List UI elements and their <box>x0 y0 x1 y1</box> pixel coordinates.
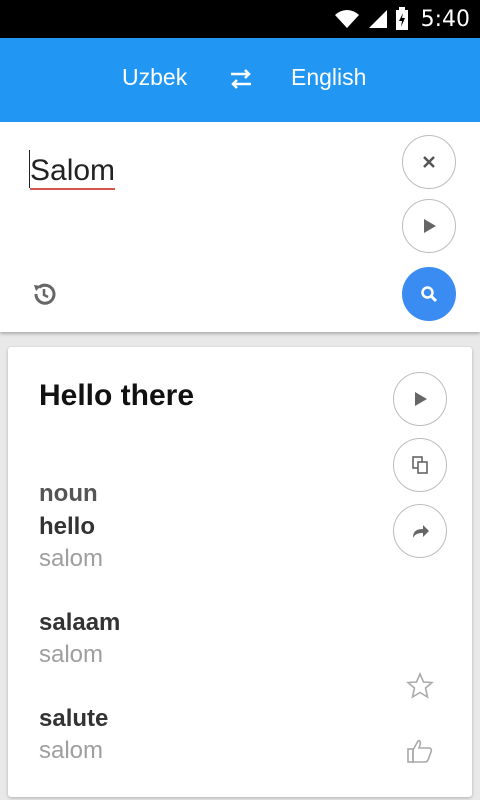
source-text-input[interactable]: Salom <box>30 154 116 190</box>
thumbs-up-icon[interactable] <box>406 737 434 765</box>
dictionary-entry-translation: salom <box>39 545 104 572</box>
dictionary-entry-word: hello <box>39 513 96 540</box>
clear-button[interactable] <box>402 135 456 189</box>
search-icon <box>421 286 438 303</box>
dictionary-entry-word: salute <box>39 705 109 732</box>
status-bar: 5:40 <box>0 0 480 38</box>
input-panel: Salom <box>0 122 480 332</box>
swap-languages-icon[interactable] <box>228 66 254 92</box>
translation-result-card: Hello there noun hello salom salaam salo… <box>8 347 472 797</box>
language-bar: Uzbek English <box>0 38 480 122</box>
status-time: 5:40 <box>420 6 470 32</box>
wifi-icon <box>334 10 359 28</box>
dictionary-entry-word: salaam <box>39 609 121 636</box>
source-text: Salom <box>30 154 116 190</box>
play-icon <box>415 392 427 406</box>
part-of-speech-label: noun <box>39 480 98 507</box>
status-icons: 5:40 <box>333 0 470 38</box>
copy-icon <box>412 456 428 474</box>
dictionary-entry-translation: salom <box>39 737 104 764</box>
star-icon[interactable] <box>406 672 434 700</box>
share-arrow-icon <box>413 525 429 538</box>
battery-icon <box>395 7 408 30</box>
share-button[interactable] <box>393 504 447 558</box>
dictionary-entry-translation: salom <box>39 641 104 668</box>
source-language-button[interactable]: Uzbek <box>122 64 187 91</box>
translation-text: Hello there <box>39 379 195 412</box>
translate-search-button[interactable] <box>402 267 456 321</box>
target-language-button[interactable]: English <box>291 64 366 91</box>
signal-icon <box>368 10 387 28</box>
history-icon[interactable] <box>30 280 58 308</box>
close-icon <box>423 156 435 168</box>
play-icon <box>424 219 436 233</box>
copy-button[interactable] <box>393 438 447 492</box>
play-source-button[interactable] <box>402 199 456 253</box>
play-translation-button[interactable] <box>393 372 447 426</box>
